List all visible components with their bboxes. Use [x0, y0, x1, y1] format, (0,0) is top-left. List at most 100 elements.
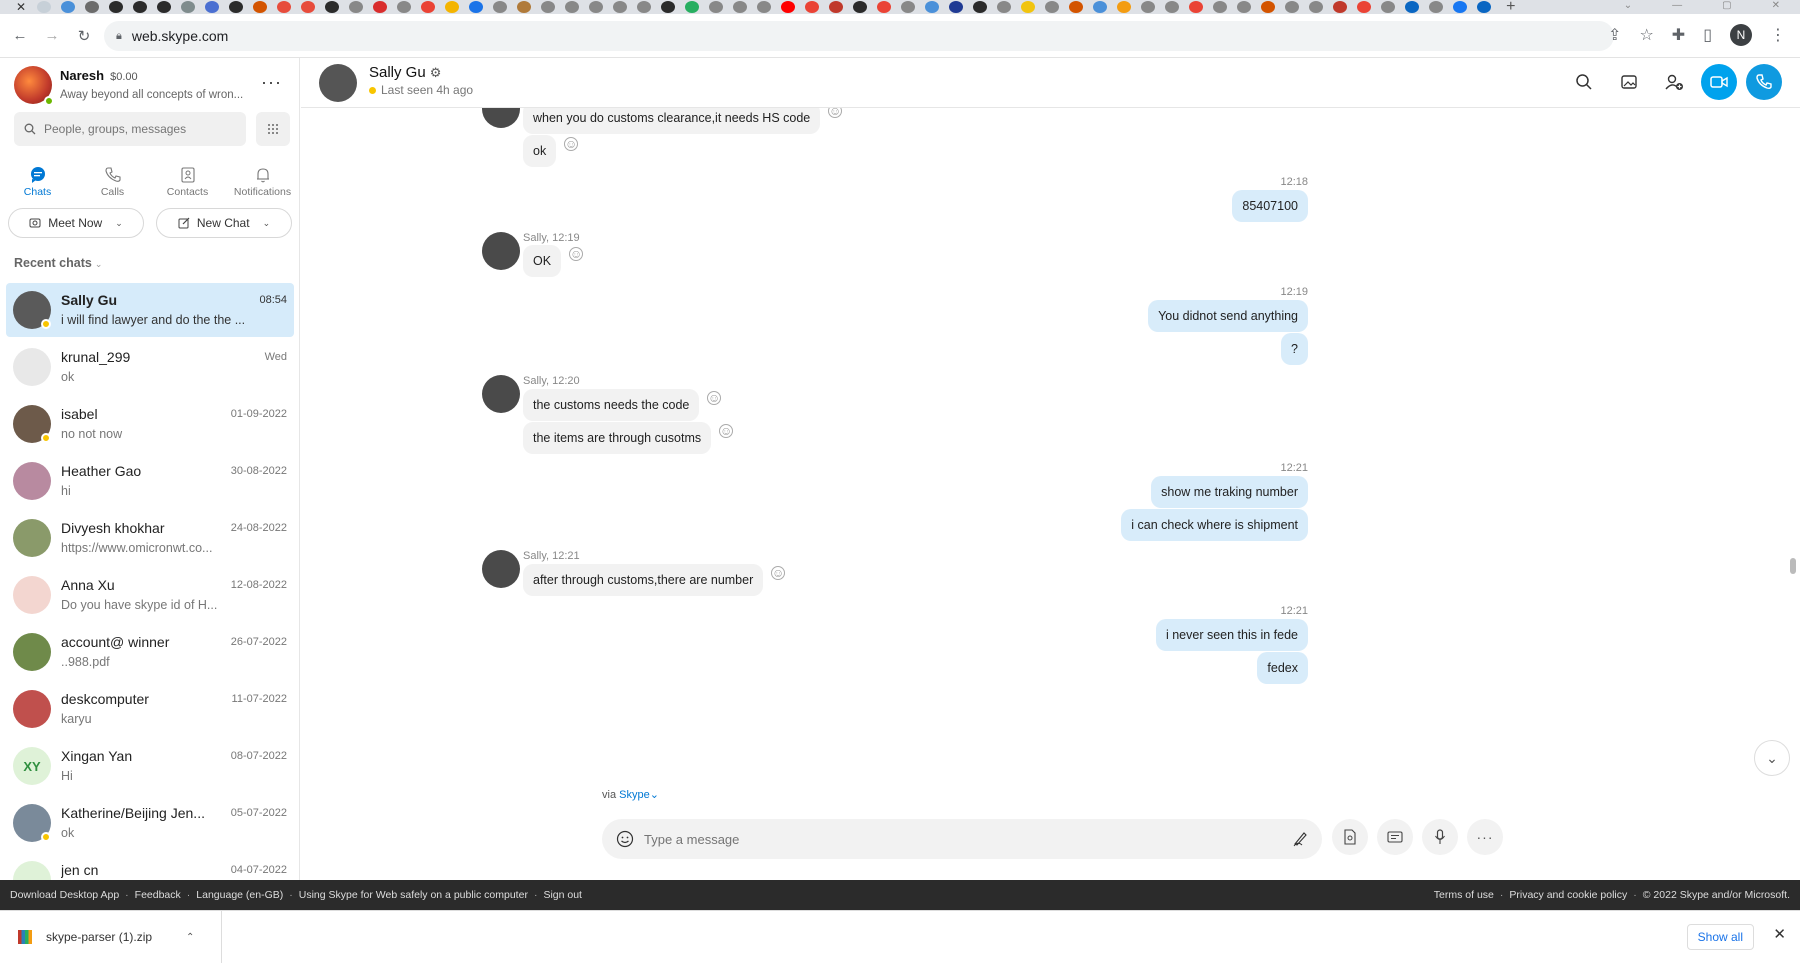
tab-notifications[interactable]: Notifications [225, 156, 299, 206]
extensions-icon[interactable]: ✚ [1672, 25, 1685, 45]
chat-list-item[interactable]: account@ winner ..988.pdf 26-07-2022 [6, 625, 294, 679]
browser-tab-favicon[interactable] [397, 1, 412, 13]
maximize-icon[interactable]: ▢ [1722, 0, 1731, 12]
browser-tab-favicon[interactable] [1045, 1, 1060, 13]
incoming-message[interactable]: OK [523, 245, 562, 277]
browser-tab-favicon[interactable] [493, 1, 508, 13]
incoming-message[interactable]: when you do customs clearance,it needs H… [523, 108, 821, 134]
share-icon[interactable]: ⇪ [1608, 25, 1621, 45]
reload-icon[interactable]: ↻ [72, 27, 96, 45]
chat-list-item[interactable]: jen cn 04-07-2022 [6, 853, 294, 880]
browser-tab-favicon[interactable] [1405, 1, 1420, 13]
avatar[interactable] [482, 108, 520, 128]
incoming-message[interactable]: after through customs,there are number [523, 564, 764, 596]
browser-tab-favicon[interactable] [133, 1, 148, 13]
browser-tab-favicon[interactable] [1309, 1, 1324, 13]
browser-tab-favicon[interactable] [997, 1, 1012, 13]
browser-tab-favicon[interactable] [349, 1, 364, 13]
footer-link[interactable]: Terms of use [1434, 889, 1494, 901]
contact-name[interactable]: Sally Gu [369, 64, 426, 81]
footer-link[interactable]: Language (en-GB) [196, 889, 283, 901]
incoming-message[interactable]: ok [523, 135, 557, 167]
browser-tab-favicon[interactable] [661, 1, 676, 13]
browser-tab-favicon[interactable] [1381, 1, 1396, 13]
gear-icon[interactable]: ⚙ [430, 65, 442, 80]
browser-tab-favicon[interactable] [1093, 1, 1108, 13]
footer-link[interactable]: Feedback [135, 889, 181, 901]
outgoing-message[interactable]: show me traking number [1151, 476, 1308, 508]
close-window-icon[interactable]: ✕ [1772, 0, 1780, 12]
avatar[interactable] [319, 64, 357, 102]
show-all-button[interactable]: Show all [1686, 924, 1754, 950]
browser-tab-favicon[interactable] [205, 1, 220, 13]
browser-tab-favicon[interactable] [469, 1, 484, 13]
close-tab-icon[interactable]: ✕ [16, 0, 26, 14]
attach-file-button[interactable] [1332, 819, 1368, 855]
close-icon[interactable]: ✕ [1773, 925, 1786, 943]
address-bar[interactable]: 🔒︎ web.skype.com [104, 21, 1614, 51]
chevron-down-icon[interactable]: ⌄ [650, 789, 659, 801]
video-call-button[interactable] [1701, 64, 1737, 100]
browser-tab-favicon[interactable] [541, 1, 556, 13]
avatar[interactable] [482, 232, 520, 270]
more-options-icon[interactable]: ··· [261, 72, 282, 93]
browser-tab-favicon[interactable] [1333, 1, 1348, 13]
browser-tab-favicon[interactable] [1213, 1, 1228, 13]
conversation-title[interactable]: Sally Gu ⚙ [369, 64, 441, 81]
avatar[interactable] [482, 550, 520, 588]
new-tab-icon[interactable]: + [1506, 0, 1515, 14]
browser-tab-favicon[interactable] [1021, 1, 1036, 13]
browser-tab-favicon[interactable] [949, 1, 964, 13]
browser-tab-favicon[interactable] [829, 1, 844, 13]
add-reaction-icon[interactable]: ☺ [771, 566, 785, 580]
scroll-to-bottom-button[interactable]: ⌄ [1754, 740, 1790, 776]
browser-tab-favicon[interactable] [901, 1, 916, 13]
more-options-button[interactable]: ··· [1467, 819, 1503, 855]
browser-tab-favicon[interactable] [757, 1, 772, 13]
url-text[interactable]: web.skype.com [132, 28, 228, 44]
browser-tab-favicon[interactable] [253, 1, 268, 13]
message-input[interactable] [644, 831, 1264, 847]
footer-link[interactable]: Sign out [543, 889, 582, 901]
chevron-down-icon[interactable]: ⌄ [263, 218, 271, 229]
tab-calls[interactable]: Calls [75, 156, 150, 206]
chat-list-item[interactable]: Heather Gao hi 30-08-2022 [6, 454, 294, 508]
sidepanel-icon[interactable]: ▯ [1703, 25, 1712, 45]
browser-tab-favicon[interactable] [805, 1, 820, 13]
add-people-button[interactable] [1656, 64, 1692, 100]
browser-tab-favicon[interactable] [853, 1, 868, 13]
voice-message-button[interactable] [1422, 819, 1458, 855]
incoming-message[interactable]: the customs needs the code [523, 389, 700, 421]
browser-tab-favicon[interactable] [1453, 1, 1468, 13]
lock-icon[interactable]: 🔒︎ [116, 30, 122, 43]
browser-tab-favicon[interactable] [925, 1, 940, 13]
browser-tab-favicon[interactable] [685, 1, 700, 13]
browser-tab-favicon[interactable] [1189, 1, 1204, 13]
browser-tab-favicon[interactable] [445, 1, 460, 13]
new-chat-button[interactable]: New Chat ⌄ [156, 208, 292, 238]
chat-list-item[interactable]: Divyesh khokhar https://www.omicronwt.co.… [6, 511, 294, 565]
outgoing-message[interactable]: i never seen this in fede [1155, 619, 1308, 651]
browser-tab-favicon[interactable] [325, 1, 340, 13]
browser-tab-favicon[interactable] [709, 1, 724, 13]
browser-tab-favicon[interactable] [373, 1, 388, 13]
chevron-down-icon[interactable]: ⌄ [115, 218, 123, 229]
search-box[interactable] [14, 112, 246, 146]
browser-tab-favicon[interactable] [877, 1, 892, 13]
via-skype-link[interactable]: Skype [619, 789, 650, 801]
outgoing-message[interactable]: i can check where is shipment [1121, 509, 1308, 541]
chat-list-item[interactable]: XY Xingan Yan Hi 08-07-2022 [6, 739, 294, 793]
browser-tab-favicon[interactable] [181, 1, 196, 13]
dialpad-button[interactable] [256, 112, 290, 146]
chat-list-item[interactable]: Anna Xu Do you have skype id of H... 12-08… [6, 568, 294, 622]
chevron-up-icon[interactable]: ⌃ [186, 932, 194, 943]
browser-tab-favicon[interactable] [421, 1, 436, 13]
browser-tab-favicon[interactable] [277, 1, 292, 13]
user-profile[interactable]: Naresh $0.00 Away beyond all concepts of … [12, 62, 292, 114]
back-icon[interactable]: ← [8, 27, 32, 44]
outgoing-message[interactable]: You didnot send anything [1148, 300, 1308, 332]
footer-link[interactable]: Privacy and cookie policy [1509, 889, 1627, 901]
recent-chats-header[interactable]: Recent chats ⌄ [14, 256, 102, 270]
search-conversation-button[interactable] [1566, 64, 1602, 100]
tab-chats[interactable]: Chats [0, 156, 75, 206]
